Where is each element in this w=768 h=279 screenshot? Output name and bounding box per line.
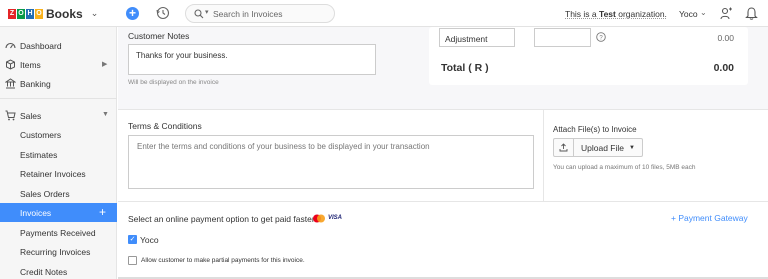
user-name[interactable]: Yoco	[679, 9, 698, 19]
sidebar-item-credit-notes[interactable]: Credit Notes	[0, 262, 117, 279]
logo-letter: O	[17, 8, 25, 19]
chevron-down-icon: ▼	[102, 111, 109, 118]
org-prefix: This is a	[565, 9, 600, 19]
invoice-form: Customer Notes Will be displayed on the …	[118, 27, 768, 279]
mastercard-icon	[313, 214, 325, 223]
sidebar-item-label: Items	[20, 60, 41, 70]
vertical-divider	[543, 110, 544, 201]
sidebar-item-label: Estimates	[20, 149, 58, 160]
sidebar-item-dashboard[interactable]: Dashboard	[0, 36, 117, 55]
app-logo[interactable]: Z O H O Books ⌄	[8, 6, 98, 21]
sidebar-item-payments-received[interactable]: Payments Received	[0, 223, 117, 242]
users-icon[interactable]	[720, 7, 733, 20]
payment-option-prompt: Select an online payment option to get p…	[128, 214, 315, 224]
upload-icon-button[interactable]	[554, 139, 574, 156]
upload-file-group: Upload File ▼	[553, 138, 643, 157]
sidebar-item-sales-orders[interactable]: Sales Orders	[0, 184, 117, 203]
search-icon	[194, 9, 204, 19]
notes-totals-section: Customer Notes Will be displayed on the …	[118, 27, 768, 109]
sidebar-item-label: Dashboard	[20, 41, 62, 51]
search-input[interactable]	[213, 7, 328, 21]
upload-file-button[interactable]: Upload File ▼	[574, 139, 642, 156]
partial-payment-label: Allow customer to make partial payments …	[141, 257, 305, 264]
sidebar-item-label: Invoices	[20, 208, 52, 218]
terms-label: Terms & Conditions	[128, 121, 202, 131]
customer-notes-label: Customer Notes	[128, 31, 190, 41]
sidebar-item-label: Retainer Invoices	[20, 169, 86, 179]
sidebar-item-label: Credit Notes	[20, 266, 68, 277]
sidebar-item-sales[interactable]: Sales ▼	[0, 106, 117, 125]
yoco-checkbox[interactable]: ✓	[128, 235, 137, 244]
quick-create-button[interactable]: +	[126, 7, 139, 20]
chevron-down-icon[interactable]: ⌄	[700, 8, 707, 17]
product-name: Books	[46, 6, 83, 21]
org-bold: Test	[599, 9, 616, 19]
sidebar-item-items[interactable]: Items ▶	[0, 55, 117, 74]
items-icon	[6, 59, 15, 70]
cart-icon	[5, 110, 16, 121]
customer-notes-hint: Will be displayed on the invoice	[128, 79, 219, 86]
upload-file-label: Upload File	[581, 142, 624, 153]
adjustment-label-field[interactable]: Adjustment	[439, 28, 515, 47]
top-bar: Z O H O Books ⌄ + ▾ This is a Test organ…	[0, 0, 768, 27]
sidebar-item-label: Banking	[20, 79, 51, 89]
sidebar-item-retainer-invoices[interactable]: Retainer Invoices	[0, 164, 117, 183]
sidebar-item-invoices[interactable]: Invoices +	[0, 203, 117, 222]
new-invoice-plus-icon[interactable]: +	[99, 205, 106, 219]
org-status[interactable]: This is a Test organization.	[565, 9, 667, 19]
visa-icon: VISA	[328, 215, 343, 221]
bank-icon	[5, 78, 16, 89]
sidebar-item-label: Customers	[20, 130, 62, 140]
attach-files-label: Attach File(s) to Invoice	[553, 125, 637, 134]
sidebar-item-label: Recurring Invoices	[20, 247, 91, 257]
customer-notes-field[interactable]	[128, 44, 376, 75]
total-label: Total ( R )	[441, 62, 489, 74]
history-icon[interactable]	[156, 6, 170, 20]
add-payment-gateway-link[interactable]: + Payment Gateway	[671, 213, 748, 223]
logo-letter: H	[26, 8, 34, 19]
logo-letter: O	[35, 8, 43, 19]
dashboard-icon	[5, 42, 16, 49]
sidebar-item-customers[interactable]: Customers	[0, 125, 117, 144]
zoho-logo: Z O H O	[8, 8, 43, 19]
caret-down-icon: ▼	[629, 144, 635, 151]
bell-icon[interactable]	[745, 6, 758, 20]
adjustment-amount-input[interactable]	[534, 28, 591, 47]
yoco-label: Yoco	[140, 235, 159, 245]
chevron-down-icon[interactable]: ⌄	[91, 8, 99, 19]
sidebar-divider	[0, 98, 117, 99]
section-divider	[118, 201, 768, 202]
partial-payment-checkbox[interactable]	[128, 256, 137, 265]
info-icon[interactable]: ?	[596, 32, 606, 42]
terms-field[interactable]	[128, 135, 534, 189]
sidebar: Dashboard Items ▶ Banking Sales ▼ Custom…	[0, 27, 117, 279]
upload-icon	[559, 143, 568, 152]
search-box[interactable]: ▾	[185, 4, 335, 23]
total-value: 0.00	[713, 62, 734, 74]
logo-letter: Z	[8, 8, 16, 19]
sidebar-item-label: Sales Orders	[20, 188, 70, 199]
chevron-right-icon: ▶	[102, 61, 108, 68]
sidebar-item-label: Payments Received	[20, 227, 96, 238]
sidebar-item-estimates[interactable]: Estimates	[0, 145, 117, 164]
org-suffix: organization.	[615, 9, 667, 19]
totals-card: Adjustment ? 0.00 Total ( R ) 0.00	[429, 27, 748, 85]
sidebar-item-recurring-invoices[interactable]: Recurring Invoices	[0, 242, 117, 261]
upload-hint: You can upload a maximum of 10 files, 5M…	[553, 164, 696, 171]
adjustment-value: 0.00	[717, 33, 734, 43]
search-scope-caret-icon[interactable]: ▾	[205, 8, 209, 16]
sidebar-item-label: Sales	[20, 111, 42, 121]
section-divider	[118, 109, 768, 110]
sidebar-item-banking[interactable]: Banking	[0, 74, 117, 93]
